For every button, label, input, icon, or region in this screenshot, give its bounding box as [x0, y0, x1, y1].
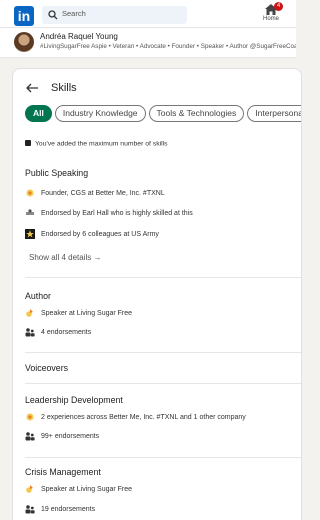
skill-detail-row: Endorsed by Earl Hall who is highly skil…: [25, 208, 193, 220]
home-nav-button[interactable]: 4 Home: [258, 2, 284, 22]
skill-detail-row: 2 experiences across Better Me, Inc. #TX…: [25, 412, 246, 424]
tab-tools-technologies[interactable]: Tools & Technologies: [148, 105, 245, 122]
avatar[interactable]: [14, 32, 34, 52]
skill-detail-row: 4 endorsements: [25, 327, 91, 339]
skill-name[interactable]: Voiceovers: [25, 363, 301, 373]
skill-detail-text: 99+ endorsements: [41, 433, 100, 440]
home-label: Home: [262, 16, 279, 22]
skill-public-speaking: Public Speaking Founder, CGS at Better M…: [25, 168, 301, 268]
divider: [25, 352, 301, 353]
top-nav: in Search 4 Home: [0, 0, 296, 28]
skill-name[interactable]: Author: [25, 291, 301, 301]
company-logo-icon: [26, 189, 34, 197]
page-title: Skills: [51, 82, 77, 94]
profile-tagline: #LivingSugarFree Aspie • Veteran • Advoc…: [40, 43, 296, 50]
company-logo-icon: [26, 413, 34, 421]
people-icon: [25, 432, 35, 441]
skill-name[interactable]: Crisis Management: [25, 467, 301, 477]
skill-detail-text: Speaker at Living Sugar Free: [41, 310, 133, 317]
skill-detail-row: Speaker at Living Sugar Free: [25, 484, 132, 496]
endorser-avatar-icon: [26, 209, 34, 216]
skill-voiceovers: Voiceovers: [25, 363, 301, 377]
skill-detail-row: Endorsed by 6 colleagues at US Army: [25, 229, 159, 241]
show-all-details-link[interactable]: Show all 4 details →: [29, 253, 101, 262]
skill-detail-text: 4 endorsements: [41, 329, 92, 336]
skill-author: Author Speaker at Living Sugar Free 4 en…: [25, 291, 301, 346]
skill-name[interactable]: Leadership Development: [25, 395, 301, 405]
skill-name[interactable]: Public Speaking: [25, 168, 301, 178]
people-icon: [25, 328, 35, 337]
divider: [25, 383, 301, 384]
skill-crisis-management: Crisis Management Speaker at Living Suga…: [25, 467, 301, 520]
notice-text: You've added the maximum number of skill…: [35, 140, 168, 148]
company-logo-icon: [26, 309, 33, 317]
skill-detail-text: 2 experiences across Better Me, Inc. #TX…: [41, 414, 246, 421]
search-placeholder: Search: [62, 9, 86, 18]
skill-detail-text: Endorsed by Earl Hall who is highly skil…: [41, 210, 193, 217]
skill-detail-text: Founder, CGS at Better Me, Inc. #TXNL: [41, 190, 165, 197]
profile-name[interactable]: Andréa Raquel Young: [40, 32, 118, 41]
skill-detail-text: 19 endorsements: [41, 506, 96, 513]
people-icon: [25, 505, 35, 514]
us-army-star-icon: [25, 229, 35, 240]
company-logo-icon: [26, 485, 33, 493]
skill-leadership-development: Leadership Development 2 experiences acr…: [25, 395, 301, 450]
profile-strip: Andréa Raquel Young #LivingSugarFree Asp…: [0, 28, 296, 58]
skill-detail-row: 99+ endorsements: [25, 431, 99, 443]
max-skills-notice: You've added the maximum number of skill…: [25, 140, 168, 148]
skill-detail-text: Speaker at Living Sugar Free: [41, 486, 133, 493]
notification-badge: 4: [274, 2, 283, 11]
linkedin-logo[interactable]: in: [14, 6, 34, 26]
skill-detail-row: Speaker at Living Sugar Free: [25, 308, 132, 320]
search-icon: [48, 10, 58, 20]
divider: [25, 457, 301, 458]
tab-interpersonal[interactable]: Interpersonal: [247, 105, 301, 122]
tab-industry-knowledge[interactable]: Industry Knowledge: [54, 105, 146, 122]
skills-card: Skills All Industry Knowledge Tools & Tech…: [12, 68, 302, 520]
search-input[interactable]: Search: [42, 6, 187, 24]
skill-detail-row: Founder, CGS at Better Me, Inc. #TXNL: [25, 188, 165, 200]
tab-all[interactable]: All: [25, 105, 52, 122]
lock-icon: [25, 140, 31, 146]
skill-detail-text: Endorsed by 6 colleagues at US Army: [41, 231, 159, 238]
skill-filter-tabs: All Industry Knowledge Tools & Technologie…: [25, 105, 301, 123]
back-arrow-icon[interactable]: [25, 81, 39, 95]
divider: [25, 277, 301, 278]
skill-detail-row: 19 endorsements: [25, 504, 95, 516]
